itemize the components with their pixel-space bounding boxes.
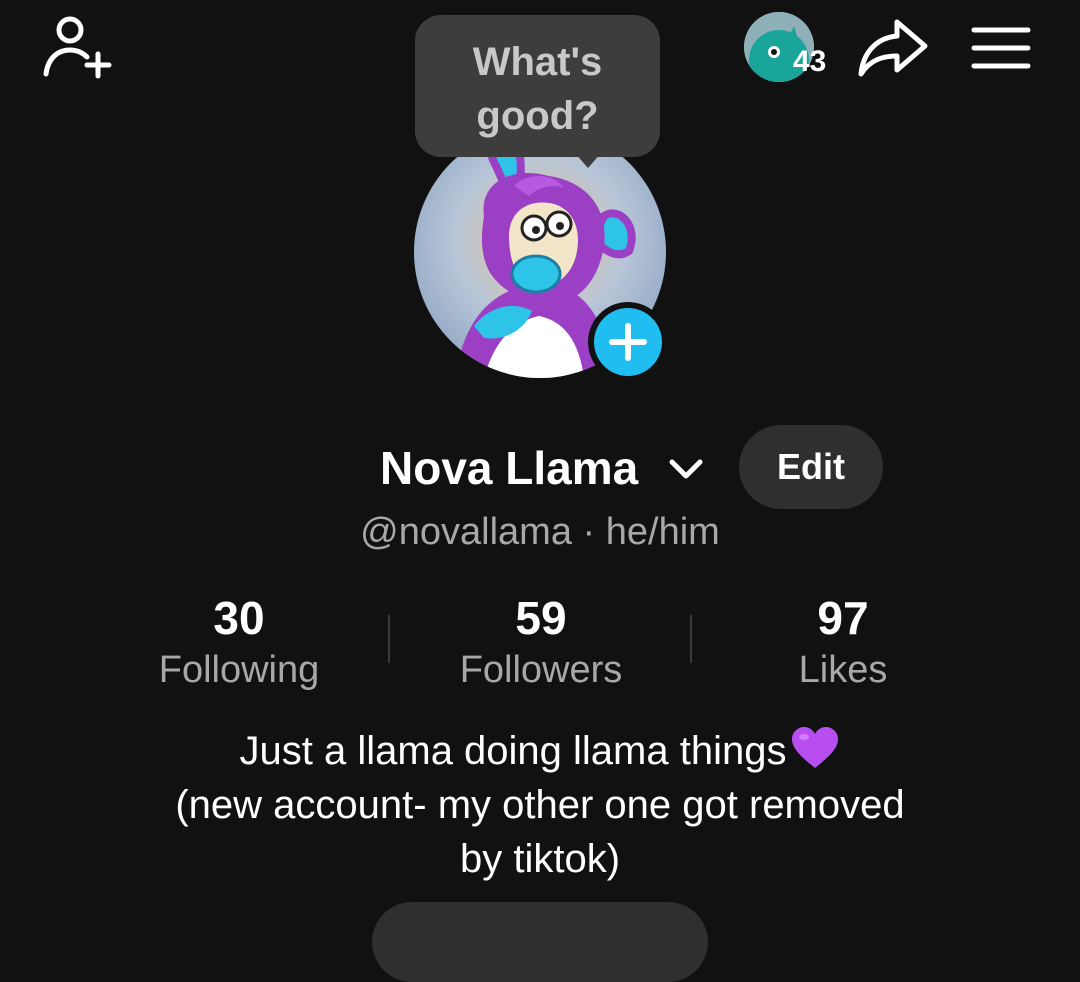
menu-button[interactable] [970, 24, 1032, 72]
plus-icon [609, 323, 647, 361]
likes-count: 97 [817, 592, 869, 644]
bio-line-2: (new account- my other one got removed [175, 783, 905, 827]
stat-following[interactable]: 30 Following [89, 590, 389, 694]
add-story-button[interactable] [588, 302, 668, 382]
username-handle: @novallama [360, 511, 572, 553]
chevron-down-icon [669, 459, 703, 479]
profile-bio: Just a llama doing llama things (new acc… [0, 724, 1080, 886]
pronouns: he/him [605, 511, 720, 553]
display-name: Nova Llama [380, 442, 639, 494]
followers-label: Followers [459, 649, 623, 691]
edit-profile-button[interactable]: Edit [739, 425, 883, 509]
hamburger-menu-icon [971, 27, 1031, 69]
handle-pronouns-line: @novallama · he/him [0, 508, 1080, 556]
likes-label: Likes [798, 649, 888, 691]
purple-heart-icon [790, 726, 840, 770]
profile-action-button[interactable] [372, 902, 708, 982]
followers-count: 59 [515, 592, 567, 644]
status-note-line-2: good? [476, 94, 599, 138]
bio-line-1-text: Just a llama doing llama things [239, 729, 787, 773]
account-switcher-dropdown[interactable] [666, 452, 706, 486]
status-bubble-tail [574, 152, 602, 168]
person-add-icon [43, 16, 112, 79]
share-arrow-icon [858, 19, 928, 77]
separator-dot: · [582, 511, 596, 553]
following-count: 30 [213, 592, 265, 644]
stat-likes[interactable]: 97 Likes [693, 590, 993, 694]
stat-divider [388, 615, 390, 663]
add-friend-button[interactable] [40, 14, 116, 80]
following-label: Following [158, 649, 320, 691]
status-note-line-1: What's [472, 40, 603, 84]
bio-line-1: Just a llama doing llama things [0, 724, 1080, 778]
story-count-badge[interactable]: 43 [793, 44, 826, 80]
stat-divider [690, 615, 692, 663]
bio-line-3: by tiktok) [459, 837, 621, 881]
share-button[interactable] [855, 14, 931, 82]
stat-followers[interactable]: 59 Followers [391, 590, 691, 694]
status-note-bubble[interactable]: What's good? [415, 15, 660, 157]
